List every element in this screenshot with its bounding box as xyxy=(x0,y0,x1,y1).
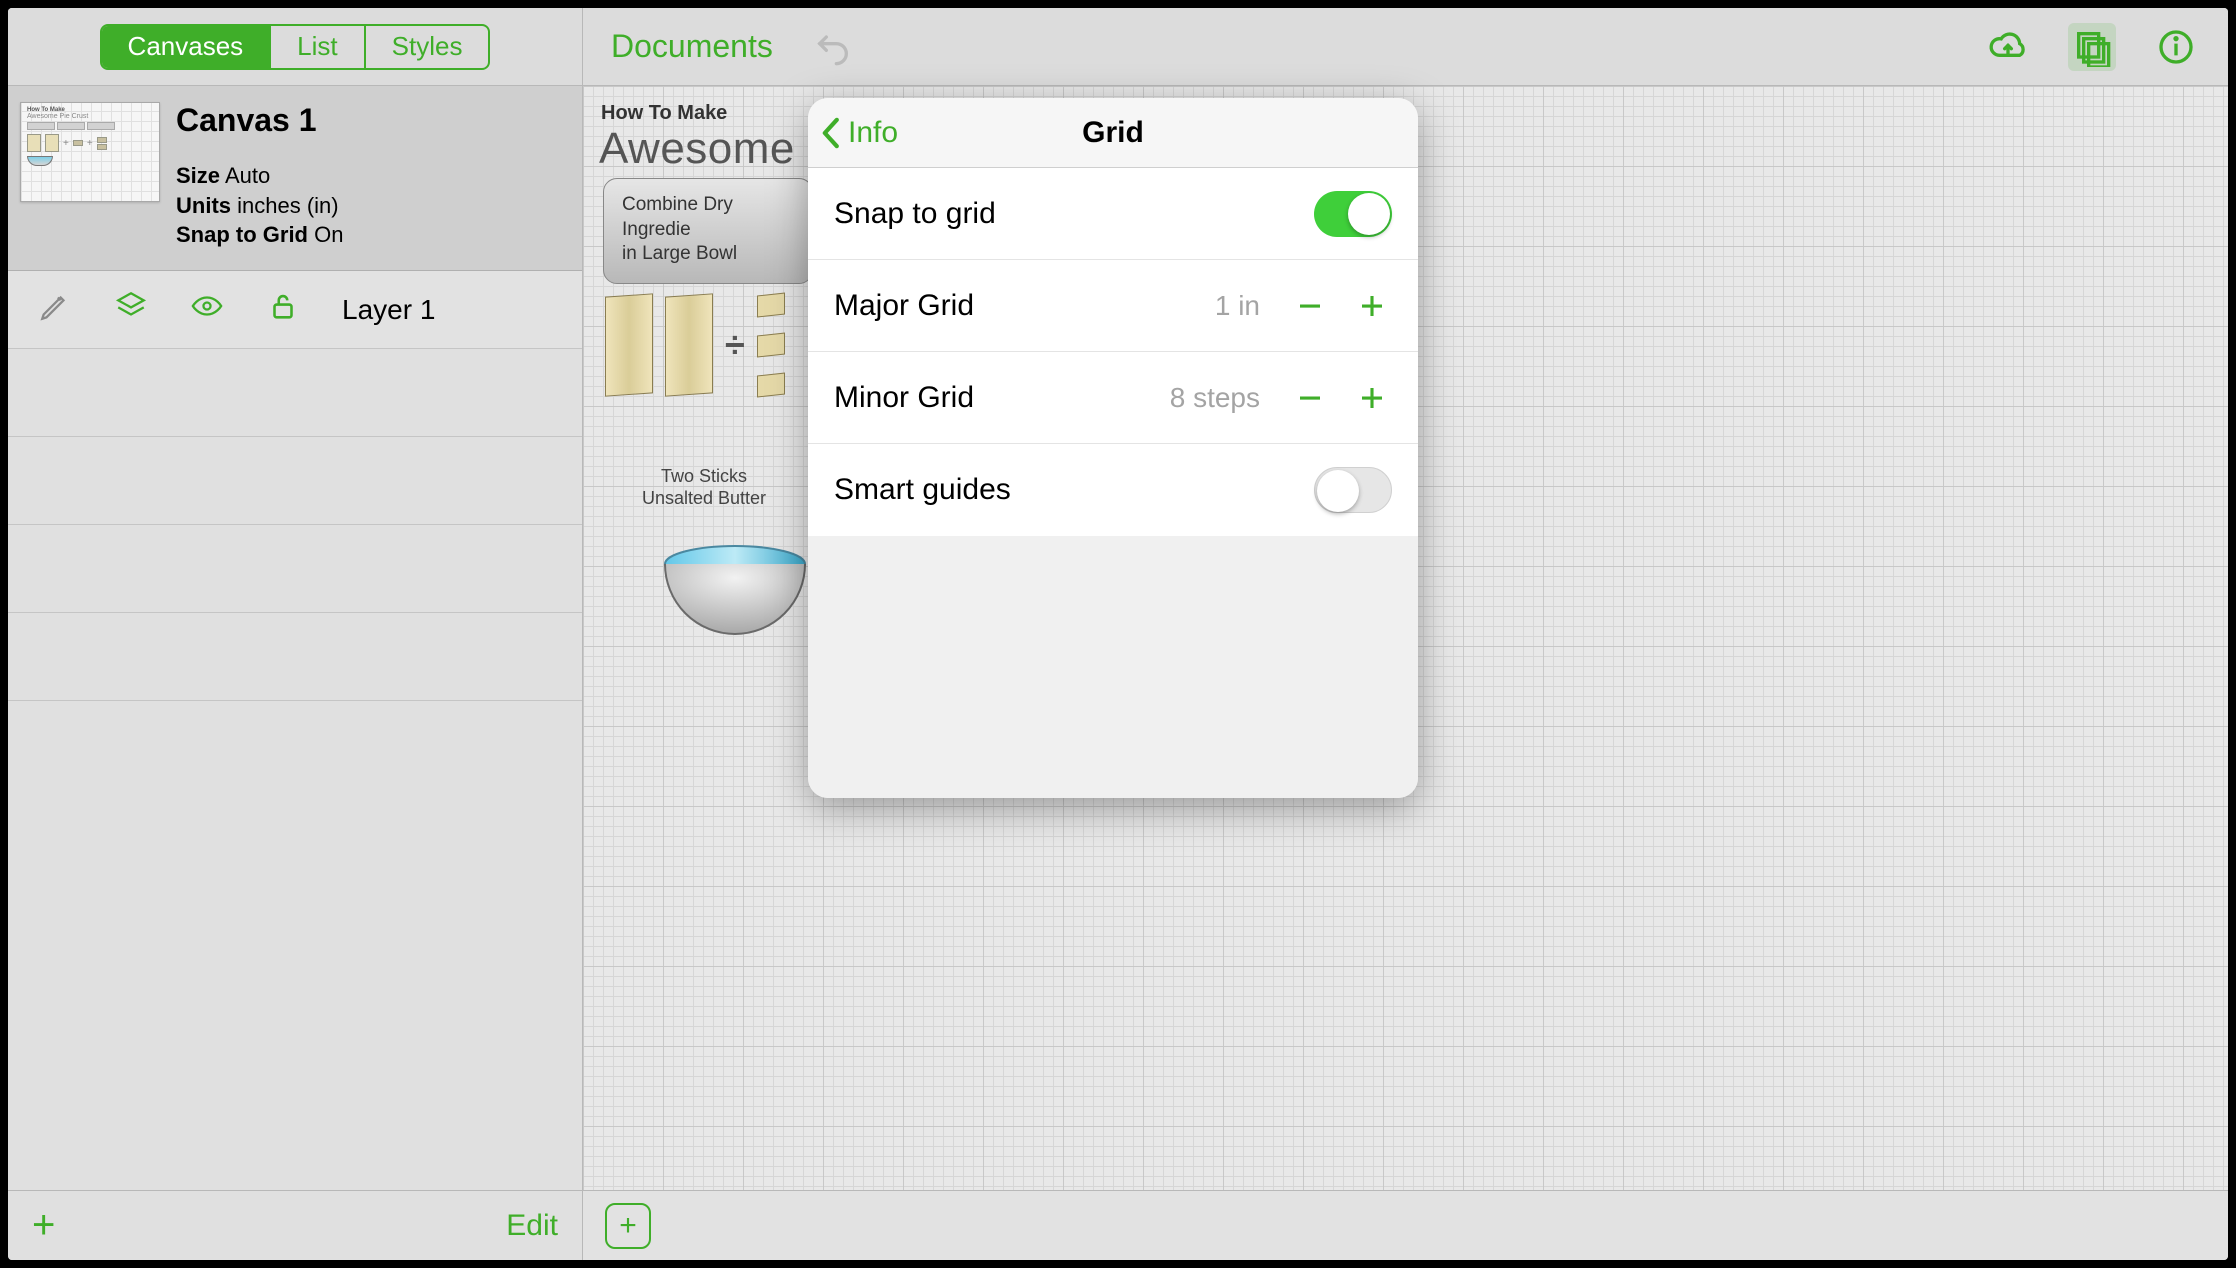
units-label: Units xyxy=(176,193,231,218)
snap-toggle[interactable] xyxy=(1314,191,1392,237)
back-label: Info xyxy=(848,116,898,150)
info-icon[interactable] xyxy=(2152,23,2200,71)
row-smart-guides: Smart guides xyxy=(808,444,1418,536)
butter-cube xyxy=(757,333,785,358)
lock-open-icon[interactable] xyxy=(266,289,300,330)
butter-cube xyxy=(757,293,785,318)
list-item xyxy=(8,525,582,613)
row-major-grid: Major Grid 1 in xyxy=(808,260,1418,352)
list-item xyxy=(8,437,582,525)
layer-name: Layer 1 xyxy=(342,294,435,326)
pencil-icon[interactable] xyxy=(38,289,72,330)
canvas-title: Canvas 1 xyxy=(176,102,570,139)
main-toolbar: Documents xyxy=(583,8,2228,86)
combine-box[interactable]: Combine Dry Ingredie in Large Bowl xyxy=(603,178,813,284)
minor-label: Minor Grid xyxy=(834,381,974,415)
minor-minus-button[interactable] xyxy=(1290,378,1330,418)
layer-row[interactable]: Layer 1 xyxy=(8,271,582,349)
butter-label: Two Sticks Unsalted Butter xyxy=(629,466,779,509)
major-minus-button[interactable] xyxy=(1290,286,1330,326)
size-label: Size xyxy=(176,163,220,188)
documents-stack-icon[interactable] xyxy=(2068,23,2116,71)
row-minor-grid: Minor Grid 8 steps xyxy=(808,352,1418,444)
list-item xyxy=(8,349,582,437)
popover-header: Info Grid xyxy=(808,98,1418,168)
smart-toggle[interactable] xyxy=(1314,467,1392,513)
minor-plus-button[interactable] xyxy=(1352,378,1392,418)
doc-title: Awesome P xyxy=(599,124,837,174)
cloud-sync-icon[interactable] xyxy=(1984,23,2032,71)
sidebar-top: Canvases List Styles xyxy=(8,8,582,86)
units-value: inches (in) xyxy=(237,193,338,218)
combine-line1: Combine Dry Ingredie xyxy=(622,194,733,240)
major-label: Major Grid xyxy=(834,289,974,323)
butter-group[interactable]: ÷ xyxy=(605,294,785,396)
canvas-card[interactable]: How To Make Awesome Pie Crust + + Canvas… xyxy=(8,86,582,271)
layers-icon[interactable] xyxy=(114,289,148,330)
snap-label: Snap to grid xyxy=(834,197,996,231)
list-item xyxy=(8,613,582,701)
doc-subtitle: How To Make xyxy=(601,102,727,125)
back-button[interactable]: Info xyxy=(818,115,898,151)
documents-button[interactable]: Documents xyxy=(611,28,773,65)
segmented-control: Canvases List Styles xyxy=(100,24,491,70)
tab-list[interactable]: List xyxy=(271,26,365,68)
row-snap-to-grid: Snap to grid xyxy=(808,168,1418,260)
tab-styles[interactable]: Styles xyxy=(366,26,489,68)
major-value: 1 in xyxy=(1215,290,1260,322)
snap-label: Snap to Grid xyxy=(176,222,308,247)
butter-stick xyxy=(605,293,653,396)
popover-title: Grid xyxy=(808,116,1418,150)
minor-value: 8 steps xyxy=(1170,382,1260,414)
bowl-shape[interactable] xyxy=(655,536,815,661)
canvas-thumbnail: How To Make Awesome Pie Crust + + xyxy=(20,102,160,202)
edit-button[interactable]: Edit xyxy=(506,1209,558,1243)
butter-cube xyxy=(757,373,785,398)
major-plus-button[interactable] xyxy=(1352,286,1392,326)
combine-line2: in Large Bowl xyxy=(622,243,737,264)
undo-button[interactable] xyxy=(809,23,857,71)
sidebar-footer: + Edit xyxy=(8,1190,582,1260)
size-value: Auto xyxy=(225,163,270,188)
main-footer: + xyxy=(583,1190,2228,1260)
add-button[interactable]: + xyxy=(32,1203,55,1248)
divide-icon: ÷ xyxy=(725,324,745,366)
settings-list: Snap to grid Major Grid 1 in Minor Grid … xyxy=(808,168,1418,536)
butter-stick xyxy=(665,293,713,396)
snap-value: On xyxy=(314,222,343,247)
tab-canvases[interactable]: Canvases xyxy=(102,26,272,68)
smart-label: Smart guides xyxy=(834,473,1011,507)
grid-popover: Info Grid Snap to grid Major Grid 1 in M… xyxy=(808,98,1418,798)
add-shape-button[interactable]: + xyxy=(605,1203,651,1249)
canvas-meta: Canvas 1 Size Auto Units inches (in) Sna… xyxy=(176,102,570,250)
popover-fill xyxy=(808,536,1418,798)
sidebar: Canvases List Styles How To Make Awesome… xyxy=(8,8,583,1260)
eye-icon[interactable] xyxy=(190,289,224,330)
